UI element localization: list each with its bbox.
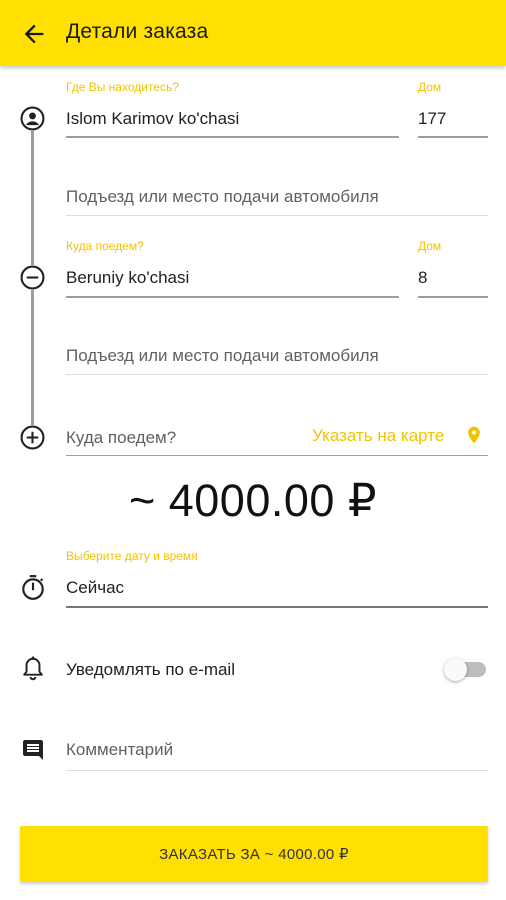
from-house-label: Дом <box>418 80 442 94</box>
pick-on-map-label: Указать на карте <box>312 426 445 445</box>
price-estimate: ~ 4000.00 ₽ <box>128 475 378 526</box>
to-house-underline <box>418 296 488 298</box>
to-house-label: Дом <box>418 239 442 253</box>
bell-icon <box>23 656 43 681</box>
from-street-input[interactable]: Islom Karimov ko'chasi <box>66 109 239 129</box>
notify-email-toggle-thumb[interactable] <box>444 658 467 681</box>
order-button[interactable]: ЗАКАЗАТЬ ЗА ~ 4000.00 ₽ <box>20 826 488 882</box>
from-house-input[interactable]: 177 <box>418 109 446 129</box>
from-entrance-underline <box>66 215 488 216</box>
app-bar: Детали заказа <box>0 0 506 66</box>
to-street-input[interactable]: Beruniy ko'chasi <box>66 268 189 288</box>
to-label: Куда поедем? <box>66 239 144 253</box>
add-stop-input[interactable]: Куда поедем? <box>66 428 176 448</box>
remove-stop-icon[interactable] <box>20 265 45 290</box>
add-stop-icon[interactable] <box>20 425 45 450</box>
from-label: Где Вы находитесь? <box>66 80 179 94</box>
comment-underline <box>66 770 488 771</box>
timer-icon <box>22 575 44 600</box>
from-house-underline <box>418 136 488 138</box>
add-stop-underline <box>66 455 488 456</box>
page-title: Детали заказа <box>66 20 209 43</box>
to-street-underline <box>66 296 399 298</box>
notify-email-label: Уведомлять по e-mail <box>66 660 235 679</box>
pick-on-map-link[interactable]: Указать на карте <box>312 426 480 446</box>
to-house-input[interactable]: 8 <box>418 268 427 288</box>
map-pin-icon <box>468 426 480 444</box>
from-street-underline <box>66 136 399 138</box>
comment-icon <box>23 740 43 760</box>
datetime-underline <box>66 606 488 608</box>
order-button-label: ЗАКАЗАТЬ ЗА ~ 4000.00 ₽ <box>159 846 349 863</box>
to-entrance-underline <box>66 374 488 375</box>
to-entrance-input[interactable]: Подъезд или место подачи автомобиля <box>66 346 379 366</box>
back-arrow-icon[interactable] <box>20 20 48 48</box>
from-entrance-input[interactable]: Подъезд или место подачи автомобиля <box>66 187 379 207</box>
comment-input[interactable]: Комментарий <box>66 740 173 760</box>
datetime-label: Выберите дату и время <box>66 549 198 563</box>
person-icon <box>20 106 45 131</box>
datetime-input[interactable]: Сейчас <box>66 578 124 598</box>
